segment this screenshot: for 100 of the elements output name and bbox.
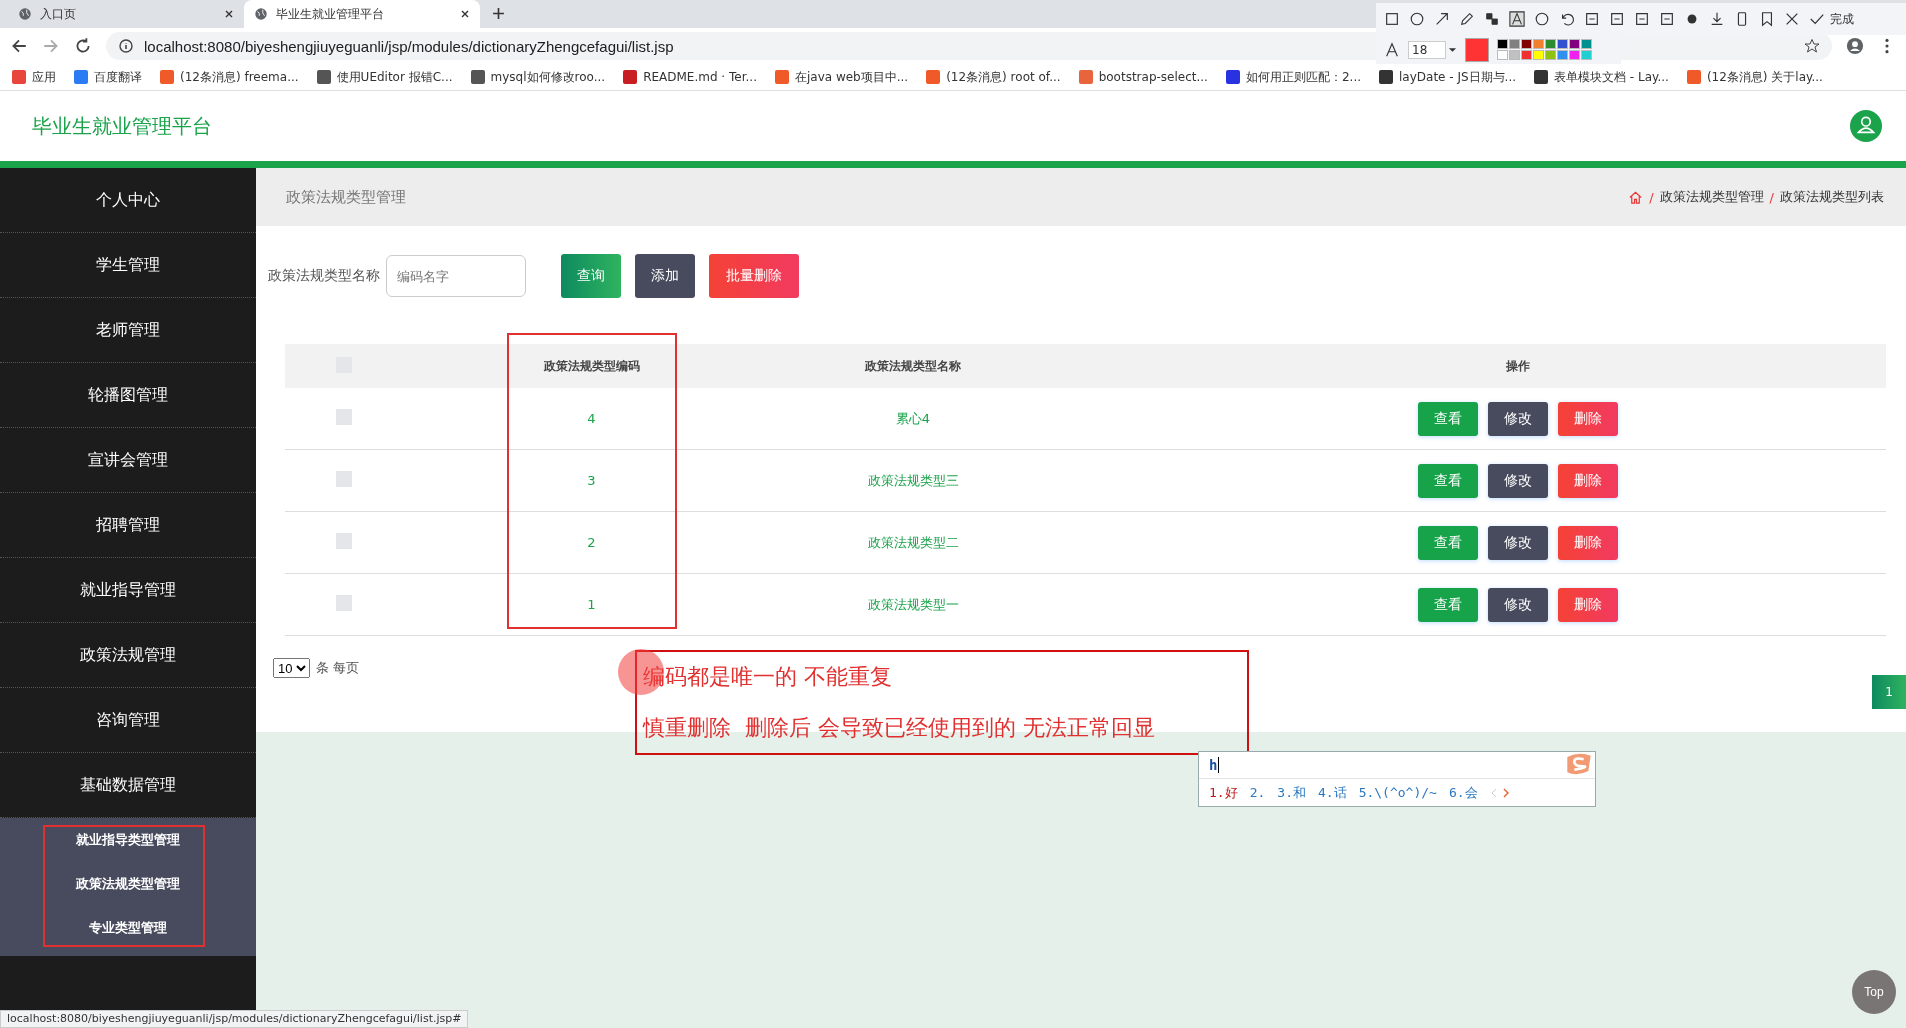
home-icon[interactable] — [1628, 189, 1644, 205]
bookmark[interactable]: 如何用正则匹配：2... — [1225, 68, 1361, 86]
column-header: 政策法规类型编码 — [543, 358, 640, 373]
edit-button[interactable]: 修改 — [1488, 587, 1548, 622]
text-icon[interactable] — [1509, 11, 1525, 27]
close-icon[interactable] — [1784, 11, 1800, 27]
color-swatch[interactable] — [1497, 50, 1508, 60]
color-swatch[interactable] — [1521, 50, 1532, 60]
color-swatch[interactable] — [1509, 50, 1520, 60]
color-swatch[interactable] — [1533, 50, 1544, 60]
bookmark[interactable]: (12条消息) freema... — [160, 68, 299, 86]
table-cell: 政策法规类型一 — [867, 596, 959, 612]
edit-button[interactable]: 修改 — [1488, 463, 1548, 498]
star-icon[interactable] — [1804, 38, 1820, 54]
avatar-icon[interactable] — [1846, 37, 1864, 55]
breadcrumb-link[interactable]: 政策法规类型管理 — [1659, 188, 1764, 206]
delete-button[interactable]: 删除 — [1558, 587, 1618, 622]
ime-candidate[interactable]: 1.好 — [1209, 783, 1238, 802]
color-swatch[interactable] — [1569, 39, 1580, 49]
bookmark[interactable]: (12条消息) root of... — [926, 68, 1061, 86]
checkbox[interactable] — [336, 533, 352, 549]
checkbox[interactable] — [336, 595, 352, 611]
table-cell: 2 — [587, 535, 596, 550]
bookmark[interactable]: 表单模块文档 - Lay... — [1534, 68, 1669, 86]
ime-candidate[interactable]: 6.会 — [1448, 783, 1478, 802]
browser-tab[interactable]: 入口页 — [8, 0, 244, 28]
batch-delete-button[interactable]: 批量删除 — [709, 254, 799, 298]
bookmark[interactable]: mysql如何修改roo... — [470, 68, 606, 86]
arrow-icon[interactable] — [1434, 11, 1450, 27]
download-icon[interactable] — [1709, 11, 1725, 27]
current-color-swatch[interactable] — [1465, 37, 1489, 62]
undo-icon[interactable] — [1559, 11, 1575, 27]
color-swatch[interactable] — [1569, 50, 1580, 60]
bookmark[interactable]: 应用 — [12, 68, 56, 86]
check-icon[interactable] — [1809, 11, 1825, 27]
color-swatch[interactable] — [1521, 39, 1532, 49]
delete-button[interactable]: 删除 — [1558, 525, 1618, 560]
delete-button[interactable]: 删除 — [1558, 463, 1618, 498]
caret-icon[interactable] — [1448, 46, 1457, 53]
app-title: 毕业生就业管理平台 — [32, 112, 212, 140]
bookmark[interactable]: (12条消息) 关于lay... — [1686, 68, 1823, 86]
tab-title: 毕业生就业管理平台 — [276, 5, 384, 23]
color-swatch[interactable] — [1497, 39, 1508, 49]
bookmark[interactable]: bootstrap-select... — [1078, 70, 1208, 84]
rect-icon[interactable] — [1384, 11, 1400, 27]
color-swatch[interactable] — [1581, 39, 1592, 49]
user-icon[interactable] — [1850, 110, 1882, 142]
color-swatch[interactable] — [1545, 50, 1556, 60]
color-swatch[interactable] — [1557, 39, 1568, 49]
close-icon[interactable] — [460, 9, 470, 19]
add-button[interactable]: 添加 — [635, 254, 695, 298]
reload-icon[interactable] — [74, 37, 92, 55]
color-swatch[interactable] — [1545, 39, 1556, 49]
color-swatch[interactable] — [1533, 39, 1544, 49]
globe-icon — [254, 7, 268, 21]
page-title: 政策法规类型管理 — [286, 187, 406, 207]
breadcrumb-link[interactable]: 政策法规类型列表 — [1780, 188, 1884, 206]
page-size-label: 条 每页 — [316, 659, 360, 677]
bookmark[interactable]: 在java web项目中... — [774, 68, 909, 86]
number-icon[interactable] — [1534, 11, 1550, 27]
ime-candidate[interactable]: 3.和 — [1277, 783, 1306, 802]
mosaic-icon[interactable] — [1484, 11, 1500, 27]
bookmark[interactable]: 使用UEditor 报错C... — [316, 68, 453, 86]
annotation-text: 慎重删除 删除后 会导致已经使用到的 无法正常回显 — [643, 713, 1156, 742]
globe-icon — [18, 7, 32, 21]
edit-button[interactable]: 修改 — [1488, 401, 1548, 436]
back-icon[interactable] — [10, 37, 28, 55]
new-tab-icon[interactable] — [492, 7, 505, 20]
table-cell: 3 — [587, 473, 596, 488]
ime-candidate[interactable]: 2. — [1249, 785, 1266, 800]
search-field[interactable]: 编码名字 — [386, 255, 526, 297]
submenu-item[interactable]: 专业类型管理 — [0, 906, 256, 950]
font-size-select[interactable]: 18 — [1408, 40, 1446, 59]
close-icon[interactable] — [224, 9, 234, 19]
column-header: 政策法规类型名称 — [865, 358, 961, 373]
color-swatch[interactable] — [1557, 50, 1568, 60]
edit-button[interactable]: 修改 — [1488, 525, 1548, 560]
bookmark-icon[interactable] — [1759, 11, 1775, 27]
ime-candidate[interactable]: 4.话 — [1317, 783, 1347, 802]
submenu-item[interactable]: 就业指导类型管理 — [0, 818, 256, 862]
checkbox[interactable] — [336, 471, 352, 487]
pencil-icon[interactable] — [1459, 11, 1475, 27]
color-swatch[interactable] — [1581, 50, 1592, 60]
delete-button[interactable]: 删除 — [1558, 401, 1618, 436]
breadcrumb-separator: / — [1769, 189, 1774, 205]
done-button[interactable]: 完成 — [1830, 10, 1854, 28]
page-size-select[interactable]: 10 — [273, 658, 310, 678]
browser-tab[interactable]: 毕业生就业管理平台 — [244, 0, 480, 28]
bookmark[interactable]: README.md · Ter... — [623, 70, 757, 84]
table-cell: 累心4 — [895, 410, 931, 426]
ime-candidate[interactable]: 5.\(^o^)/~ — [1358, 785, 1437, 800]
column-header: 操作 — [1506, 358, 1530, 373]
circle-icon[interactable] — [1409, 11, 1425, 27]
info-icon — [118, 38, 134, 54]
bookmark[interactable]: 百度翻译 — [74, 68, 142, 86]
bookmark[interactable]: layDate - JS日期与... — [1379, 68, 1517, 86]
color-swatch[interactable] — [1509, 39, 1520, 49]
query-button[interactable]: 查询 — [561, 254, 621, 298]
submenu-item[interactable]: 政策法规类型管理 — [0, 862, 256, 906]
checkbox[interactable] — [336, 409, 352, 425]
